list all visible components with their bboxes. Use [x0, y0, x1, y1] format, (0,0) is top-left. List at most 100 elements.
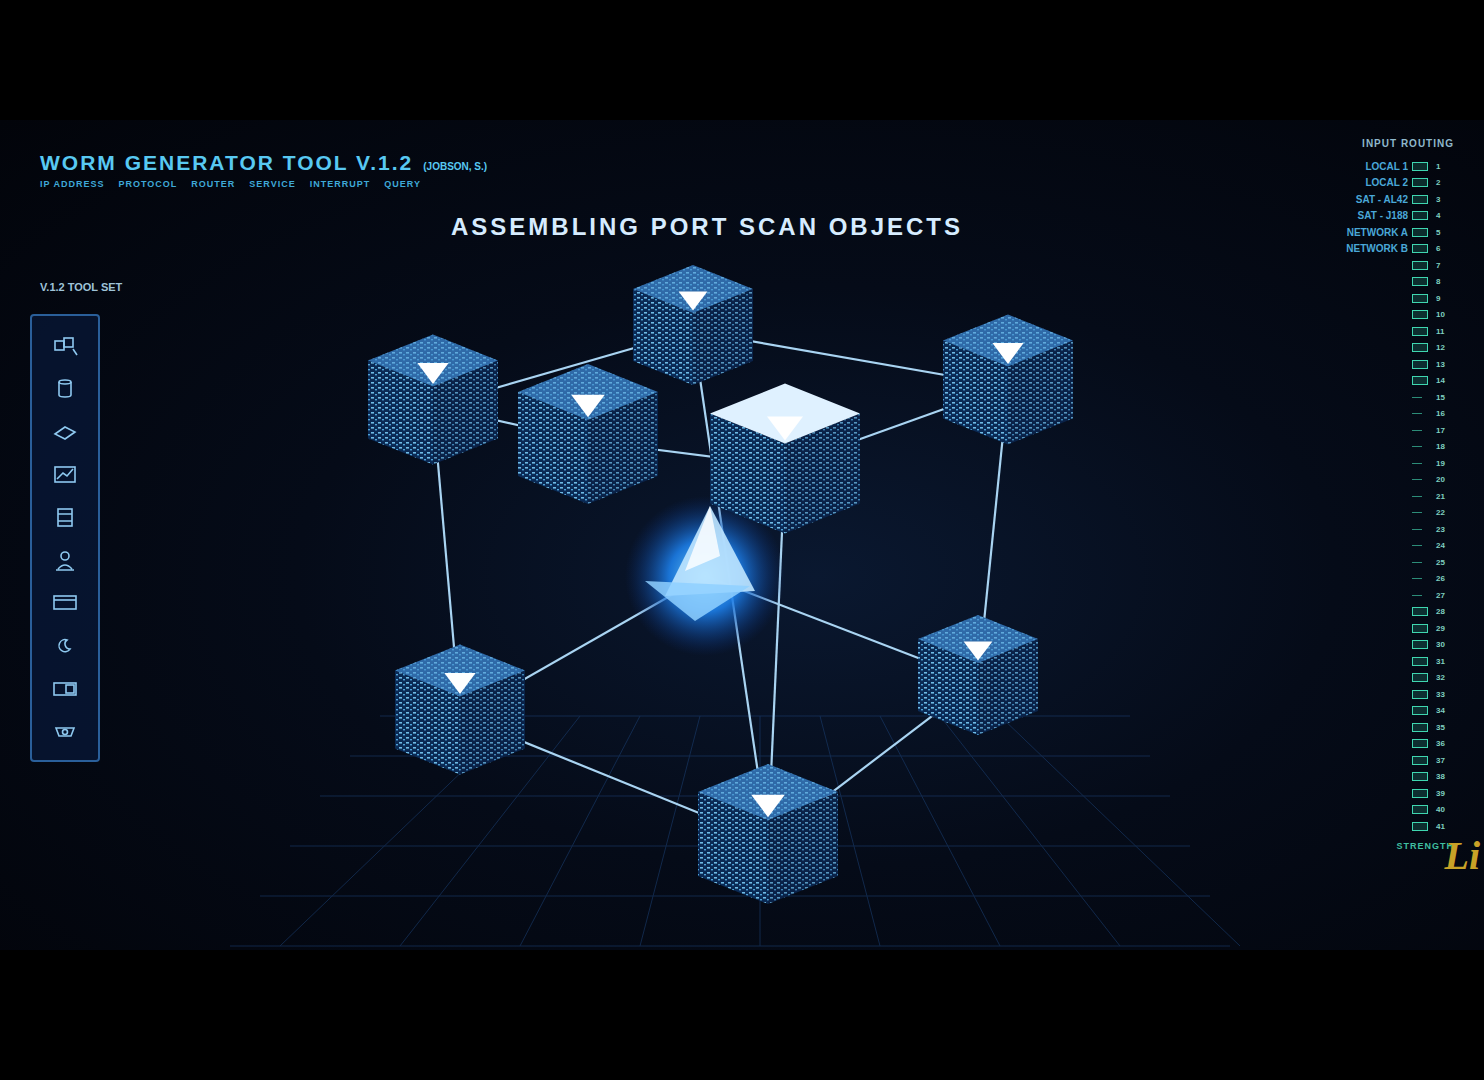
scale-row: 34: [1274, 703, 1454, 720]
tick-number: 19: [1436, 459, 1454, 468]
strength-tick: [1412, 496, 1422, 497]
routing-input[interactable]: NETWORK B: [1274, 243, 1408, 254]
port-scan-diagram: [110, 314, 1274, 950]
strength-tick: [1412, 822, 1428, 831]
menu-item[interactable]: PROTOCOL: [119, 179, 178, 190]
strength-tick: [1412, 376, 1428, 385]
strength-tick: [1412, 397, 1422, 398]
routing-input[interactable]: SAT - AL42: [1274, 194, 1408, 205]
tick-number: 41: [1436, 822, 1454, 831]
scale-row: 33: [1274, 686, 1454, 703]
strength-tick: [1412, 430, 1422, 431]
strength-tick: [1412, 343, 1428, 352]
scale-row: 20: [1274, 472, 1454, 489]
tick-number: 26: [1436, 574, 1454, 583]
panel-icon: [52, 591, 78, 613]
tick-number: 8: [1436, 277, 1454, 286]
strength-tick: [1412, 624, 1428, 633]
scale-row: LOCAL 11: [1274, 158, 1454, 175]
tick-number: 3: [1436, 195, 1454, 204]
tick-number: 17: [1436, 426, 1454, 435]
port-scan-cube: [710, 384, 860, 534]
scale-row: 40: [1274, 802, 1454, 819]
tool-button[interactable]: [47, 416, 83, 446]
tool-button[interactable]: [47, 459, 83, 489]
tool-button[interactable]: [47, 716, 83, 746]
tick-number: 21: [1436, 492, 1454, 501]
scale-row: 22: [1274, 505, 1454, 522]
tick-number: 39: [1436, 789, 1454, 798]
port-scan-cube: [633, 265, 753, 385]
scale-row: SAT - J1884: [1274, 208, 1454, 225]
tool-button[interactable]: [47, 373, 83, 403]
tick-number: 40: [1436, 805, 1454, 814]
scale-row: 23: [1274, 521, 1454, 538]
tool-button[interactable]: [47, 587, 83, 617]
routing-input[interactable]: LOCAL 2: [1274, 177, 1408, 188]
menu-bar: IP ADDRESS PROTOCOL ROUTER SERVICE INTERRUPT…: [40, 179, 1274, 190]
menu-item[interactable]: INTERRUPT: [310, 179, 371, 190]
scale-row: 31: [1274, 653, 1454, 670]
scale-row: 30: [1274, 637, 1454, 654]
diamond-icon: [52, 420, 78, 442]
tick-number: 38: [1436, 772, 1454, 781]
tick-number: 22: [1436, 508, 1454, 517]
scale-row: 24: [1274, 538, 1454, 555]
tick-number: 15: [1436, 393, 1454, 402]
port-scan-cube: [918, 615, 1038, 735]
worm-generator-screen: WORM GENERATOR TOOL V.1.2(JOBSON, S.)IP …: [0, 120, 1484, 950]
scale-row: 36: [1274, 736, 1454, 753]
strength-tick: [1412, 211, 1428, 220]
strength-tick: [1412, 607, 1428, 616]
app-title: WORM GENERATOR TOOL V.1.2: [40, 150, 413, 175]
main-area: WORM GENERATOR TOOL V.1.2(JOBSON, S.)IP …: [0, 120, 1274, 950]
scale-row: NETWORK B 6: [1274, 241, 1454, 258]
strength-tick: [1412, 446, 1422, 447]
scale-row: 35: [1274, 719, 1454, 736]
strength-tick: [1412, 244, 1428, 253]
routing-input[interactable]: NETWORK A: [1274, 227, 1408, 238]
tick-number: 23: [1436, 525, 1454, 534]
menu-item[interactable]: SERVICE: [249, 179, 295, 190]
scale-row: 25: [1274, 554, 1454, 571]
letterbox-top: [0, 0, 1484, 120]
menu-item[interactable]: ROUTER: [191, 179, 235, 190]
strength-tick: [1412, 739, 1428, 748]
tick-number: 11: [1436, 327, 1454, 336]
floor-grid: [230, 716, 1240, 946]
strength-tick: [1412, 756, 1428, 765]
strength-tick: [1412, 228, 1428, 237]
tick-number: 25: [1436, 558, 1454, 567]
tape-icon: [52, 677, 78, 699]
tool-button[interactable]: [47, 630, 83, 660]
port-scan-cube: [395, 645, 525, 775]
strength-tick: [1412, 162, 1428, 171]
scale-row: 10: [1274, 307, 1454, 324]
tool-button[interactable]: [47, 331, 83, 361]
routing-input[interactable]: SAT - J188: [1274, 210, 1408, 221]
tool-button[interactable]: [47, 545, 83, 575]
tool-button[interactable]: [47, 673, 83, 703]
strength-tick: [1412, 261, 1428, 270]
scale-row: 19: [1274, 455, 1454, 472]
strength-tick: [1412, 578, 1422, 579]
scale-row: 8: [1274, 274, 1454, 291]
tick-number: 6: [1436, 244, 1454, 253]
port-scan-cube: [698, 764, 838, 904]
menu-item[interactable]: IP ADDRESS: [40, 179, 105, 190]
tool-button[interactable]: [47, 502, 83, 532]
tick-number: 37: [1436, 756, 1454, 765]
tick-number: 14: [1436, 376, 1454, 385]
chart-icon: [52, 463, 78, 485]
strength-tick: [1412, 772, 1428, 781]
tick-number: 27: [1436, 591, 1454, 600]
tick-number: 18: [1436, 442, 1454, 451]
routing-input[interactable]: LOCAL 1: [1274, 161, 1408, 172]
tick-number: 2: [1436, 178, 1454, 187]
scale-row: 15: [1274, 389, 1454, 406]
tick-number: 7: [1436, 261, 1454, 270]
port-scan-cube: [518, 364, 658, 504]
menu-item[interactable]: QUERY: [384, 179, 421, 190]
scale-row: 17: [1274, 422, 1454, 439]
strength-tick: [1412, 595, 1422, 596]
